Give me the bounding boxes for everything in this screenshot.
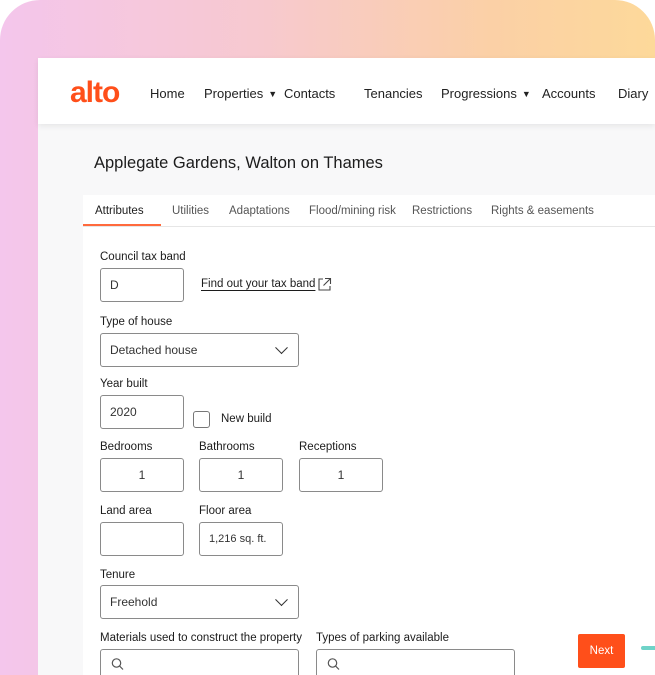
- year-built-label: Year built: [100, 378, 148, 390]
- land-area-label: Land area: [100, 505, 152, 517]
- tax-band-link[interactable]: Find out your tax band: [201, 278, 315, 290]
- tenure-label: Tenure: [100, 569, 136, 581]
- receptions-value: 1: [337, 468, 345, 482]
- materials-search-input[interactable]: [100, 649, 299, 675]
- tab-attributes[interactable]: Attributes: [95, 205, 144, 217]
- council-tax-label: Council tax band: [100, 251, 186, 263]
- receptions-label: Receptions: [299, 441, 357, 453]
- tenure-value: Freehold: [110, 595, 158, 609]
- bedrooms-value: 1: [138, 468, 146, 482]
- house-type-value: Detached house: [110, 343, 198, 357]
- attributes-card: Attributes Utilities Adaptations Flood/m…: [83, 195, 655, 675]
- bathrooms-value: 1: [237, 468, 245, 482]
- materials-label: Materials used to construct the property: [100, 632, 302, 644]
- new-build-checkbox[interactable]: [193, 411, 210, 428]
- nav-progressions[interactable]: Progressions ▼: [441, 86, 531, 101]
- floor-area-label: Floor area: [199, 505, 252, 517]
- council-tax-value: D: [110, 278, 119, 292]
- tab-bar: Attributes Utilities Adaptations Flood/m…: [83, 195, 655, 227]
- year-built-input[interactable]: 2020: [100, 395, 184, 429]
- land-area-input[interactable]: [100, 522, 184, 556]
- bedrooms-label: Bedrooms: [100, 441, 153, 453]
- bathrooms-input[interactable]: 1: [199, 458, 283, 492]
- page-title: Applegate Gardens, Walton on Thames: [94, 154, 383, 172]
- nav-tenancies[interactable]: Tenancies: [364, 86, 423, 101]
- active-tab-indicator: [83, 224, 161, 226]
- receptions-input[interactable]: 1: [299, 458, 383, 492]
- tab-utilities[interactable]: Utilities: [172, 205, 209, 217]
- house-type-label: Type of house: [100, 316, 173, 328]
- bathrooms-label: Bathrooms: [199, 441, 255, 453]
- tab-restrictions[interactable]: Restrictions: [412, 205, 472, 217]
- decorative-mark: [641, 646, 655, 650]
- parking-label: Types of parking available: [316, 632, 449, 644]
- nav-accounts[interactable]: Accounts: [542, 86, 595, 101]
- search-icon: [327, 658, 340, 670]
- chevron-down-icon: [275, 593, 288, 607]
- year-built-value: 2020: [110, 405, 137, 419]
- tab-adaptations[interactable]: Adaptations: [229, 205, 290, 217]
- gradient-frame: alto Home Properties ▼ Contacts Tenancies…: [0, 0, 655, 675]
- new-build-label: New build: [221, 413, 272, 425]
- parking-search-input[interactable]: [316, 649, 515, 675]
- tenure-select[interactable]: Freehold: [100, 585, 299, 619]
- alto-logo[interactable]: alto: [70, 76, 120, 110]
- floor-area-input[interactable]: 1,216 sq. ft.: [199, 522, 283, 556]
- caret-down-icon: ▼: [268, 89, 278, 99]
- house-type-select[interactable]: Detached house: [100, 333, 299, 367]
- caret-down-icon: ▼: [521, 89, 531, 99]
- nav-progressions-label: Progressions: [441, 86, 517, 101]
- nav-home[interactable]: Home: [150, 86, 185, 101]
- external-link-icon[interactable]: [317, 277, 332, 292]
- nav-properties-label: Properties: [204, 86, 264, 101]
- nav-contacts[interactable]: Contacts: [284, 86, 335, 101]
- nav-diary[interactable]: Diary: [618, 86, 648, 101]
- floor-area-value: 1,216 sq. ft.: [209, 533, 267, 545]
- top-navigation: alto Home Properties ▼ Contacts Tenancies…: [38, 58, 655, 124]
- app-window: alto Home Properties ▼ Contacts Tenancies…: [38, 58, 655, 675]
- tab-flood-mining-risk[interactable]: Flood/mining risk: [309, 205, 396, 217]
- chevron-down-icon: [275, 341, 288, 355]
- search-icon: [111, 658, 124, 670]
- council-tax-input[interactable]: D: [100, 268, 184, 302]
- next-button[interactable]: Next: [578, 634, 625, 668]
- nav-properties[interactable]: Properties ▼: [204, 86, 277, 101]
- bedrooms-input[interactable]: 1: [100, 458, 184, 492]
- tab-rights-easements[interactable]: Rights & easements: [491, 205, 594, 217]
